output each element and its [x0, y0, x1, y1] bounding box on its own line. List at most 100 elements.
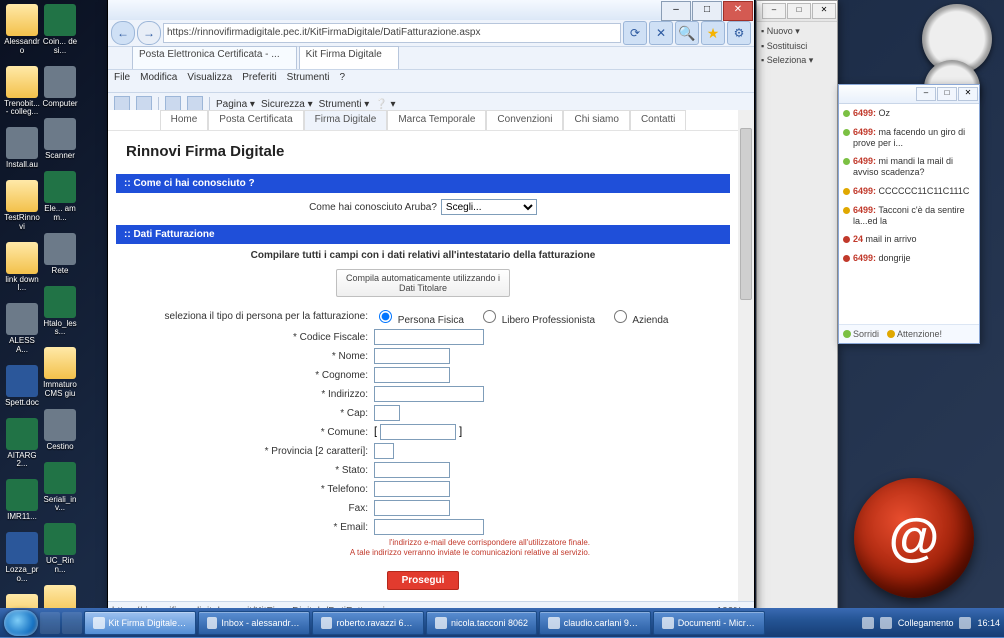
messenger-item[interactable]: 6499: ma facendo un giro di prove per i.…	[843, 127, 975, 149]
field-input-fax[interactable]	[374, 500, 450, 516]
taskbar-task[interactable]: Inbox - alessandro.ta...	[198, 611, 310, 635]
ie-menu-item[interactable]: Modifica	[140, 72, 177, 83]
ie-cmd-item[interactable]: Strumenti ▾	[319, 99, 370, 110]
vertical-scrollbar[interactable]	[737, 110, 754, 602]
taskbar-task[interactable]: Kit Firma Digitale -...	[84, 611, 196, 635]
side-window-item[interactable]: ▪ Sostituisci	[761, 41, 833, 51]
side-window-item[interactable]: ▪ Nuovo ▾	[761, 26, 833, 37]
desktop-icon[interactable]: Alessandro	[4, 4, 40, 56]
ie-cmd-item[interactable]: Pagina ▾	[216, 99, 255, 110]
desktop-icon[interactable]: ALESSA...	[4, 303, 40, 355]
maximize-button[interactable]: □	[937, 87, 957, 101]
site-nav-item[interactable]: Posta Certificata	[208, 110, 303, 130]
desktop-icon[interactable]: Immaturo CMS giu	[42, 347, 78, 399]
start-button[interactable]	[4, 610, 38, 636]
ie-menubar[interactable]: File Modifica Visualizza Preferiti Strumenti…	[108, 70, 754, 93]
desktop-icon[interactable]: Ele... amm...	[42, 171, 78, 223]
taskbar-task[interactable]: nicola.tacconi 8062	[426, 611, 537, 635]
messenger-foot-button[interactable]: Sorridi	[843, 329, 879, 339]
close-button[interactable]: ✕	[723, 1, 753, 21]
field-input-nome[interactable]	[374, 348, 450, 364]
ie-menu-item[interactable]: File	[114, 72, 130, 83]
address-bar[interactable]: https://rinnovifirmadigitale.pec.it/KitF…	[163, 23, 621, 43]
pinned-explorer-icon[interactable]	[62, 612, 82, 634]
field-input-email[interactable]	[374, 519, 484, 535]
site-nav-item[interactable]: Convenzioni	[486, 110, 563, 130]
refresh-button[interactable]: ⟳	[623, 21, 647, 45]
maximize-button[interactable]: □	[692, 1, 722, 21]
ie-tab[interactable]: Kit Firma Digitale	[299, 46, 399, 69]
messenger-item[interactable]: 24 mail in arrivo	[843, 234, 975, 245]
ie-menu-item[interactable]: ?	[339, 72, 345, 83]
howknow-select[interactable]: Scegli...	[441, 199, 537, 215]
persontype-option[interactable]: Libero Professionista	[478, 315, 595, 326]
ie-menu-item[interactable]: Visualizza	[187, 72, 232, 83]
messenger-item[interactable]: 6499: Tacconi c'è da sentire la...ed la	[843, 205, 975, 227]
system-tray[interactable]: Collegamento 16:14	[862, 617, 1000, 629]
desktop-icon[interactable]: Coin... desi...	[42, 4, 78, 56]
tools-button[interactable]: ⚙	[727, 21, 751, 45]
desktop-icon[interactable]: Cestino	[42, 409, 78, 452]
field-input-cf[interactable]	[374, 329, 484, 345]
site-nav-item[interactable]: Chi siamo	[563, 110, 629, 130]
favorites-button[interactable]: ★	[701, 21, 725, 45]
tray-volume-icon[interactable]	[959, 617, 971, 629]
messenger-item[interactable]: 6499: Oz	[843, 108, 975, 119]
desktop-icon[interactable]: AITARG 2...	[4, 418, 40, 470]
site-nav-item[interactable]: Marca Temporale	[387, 110, 486, 130]
field-input-indirizzo[interactable]	[374, 386, 484, 402]
forward-button[interactable]: →	[137, 21, 161, 45]
desktop-icon[interactable]: Trenobit... - colleg...	[4, 66, 40, 118]
field-input-comune[interactable]	[380, 424, 456, 440]
site-nav-item[interactable]: Home	[160, 110, 209, 130]
taskbar-task[interactable]: claudio.carlani 9721	[539, 611, 651, 635]
minimize-button[interactable]: –	[916, 87, 936, 101]
desktop-icon[interactable]: TestRinnovi	[4, 180, 40, 232]
site-nav-item[interactable]: Contatti	[630, 110, 686, 130]
persontype-option[interactable]: Azienda	[609, 315, 668, 326]
ie-menu-item[interactable]: Preferiti	[242, 72, 276, 83]
field-input-cognome[interactable]	[374, 367, 450, 383]
side-window-item[interactable]: ▪ Seleziona ▾	[761, 55, 833, 66]
close-button[interactable]: ✕	[812, 3, 836, 19]
pinned-ie-icon[interactable]	[40, 612, 60, 634]
field-input-cap[interactable]	[374, 405, 400, 421]
field-input-prov[interactable]	[374, 443, 394, 459]
ie-cmd-item[interactable]: ❔ ▾	[375, 99, 395, 110]
ie-tab[interactable]: Posta Elettronica Certificata - ...	[132, 46, 297, 69]
maximize-button[interactable]: □	[787, 3, 811, 19]
stop-button[interactable]: ✕	[649, 21, 673, 45]
field-input-tel[interactable]	[374, 481, 450, 497]
desktop-icon[interactable]: IMR11...	[4, 479, 40, 522]
desktop-icon[interactable]: Seriali_inv...	[42, 462, 78, 514]
desktop-icon[interactable]: Spett.doc	[4, 365, 40, 408]
tray-icon[interactable]	[880, 617, 892, 629]
minimize-button[interactable]: –	[762, 3, 786, 19]
desktop-icon[interactable]: Computer	[42, 66, 78, 109]
prosegui-button[interactable]: Prosegui	[387, 571, 460, 590]
desktop-icon[interactable]: Install.au	[4, 127, 40, 170]
desktop-icon[interactable]: UC_Rinn...	[42, 523, 78, 575]
minimize-button[interactable]: –	[661, 1, 691, 21]
back-button[interactable]: ←	[111, 21, 135, 45]
field-input-stato[interactable]	[374, 462, 450, 478]
ie-menu-item[interactable]: Strumenti	[287, 72, 330, 83]
desktop-icon[interactable]: Rete	[42, 233, 78, 276]
desktop-icon[interactable]: link downl...	[4, 242, 40, 294]
ie-cmd-item[interactable]: Sicurezza ▾	[261, 99, 313, 110]
taskbar-task[interactable]: Documenti - Micro...	[653, 611, 765, 635]
messenger-item[interactable]: 6499: mi mandi la mail di avviso scadenz…	[843, 156, 975, 178]
site-nav-item[interactable]: Firma Digitale	[304, 110, 388, 130]
desktop-icon[interactable]: Lozza_pro...	[4, 532, 40, 584]
desktop-icon[interactable]: Scanner	[42, 118, 78, 161]
autofill-button[interactable]: Compila automaticamente utilizzando i Da…	[336, 269, 510, 297]
tray-icon[interactable]	[862, 617, 874, 629]
close-button[interactable]: ✕	[958, 87, 978, 101]
desktop-icon[interactable]: Htalo_less...	[42, 286, 78, 338]
messenger-item[interactable]: 6499: CCCCCC11C11C111C	[843, 186, 975, 197]
taskbar-task[interactable]: roberto.ravazzi 6230	[312, 611, 424, 635]
persontype-option[interactable]: Persona Fisica	[374, 315, 464, 326]
search-button[interactable]: 🔍	[675, 21, 699, 45]
persontype-radios[interactable]: Persona Fisica Libero Professionista Azi…	[374, 307, 682, 326]
messenger-foot-button[interactable]: Attenzione!	[887, 329, 942, 339]
